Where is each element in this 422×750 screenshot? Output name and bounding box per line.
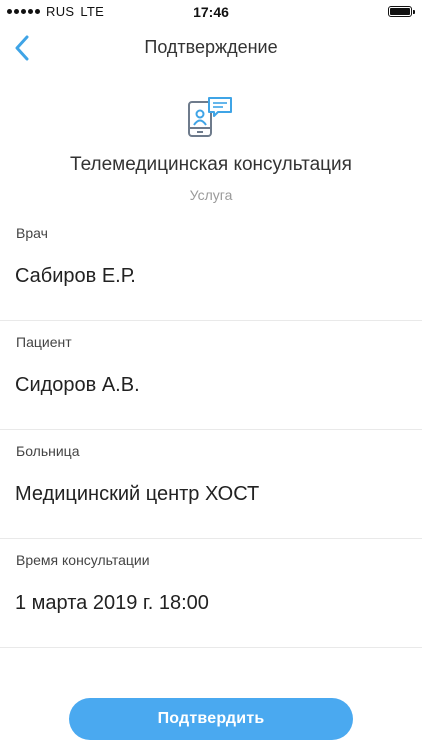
patient-label: Пациент bbox=[16, 334, 72, 350]
info-row-hospital: Больница Медицинский центр ХОСТ bbox=[0, 430, 422, 539]
confirm-button[interactable]: Подтвердить bbox=[69, 698, 353, 740]
page-title: Подтверждение bbox=[144, 37, 278, 57]
info-row-doctor: Врач Сабиров Е.Р. bbox=[0, 212, 422, 321]
patient-value: Сидоров А.В. bbox=[15, 374, 140, 396]
status-bar: RUS LTE 17:46 bbox=[0, 0, 422, 24]
nav-bar: Подтверждение bbox=[0, 24, 422, 72]
telemedicine-icon bbox=[188, 97, 232, 137]
chevron-left-icon bbox=[15, 35, 29, 61]
back-button[interactable] bbox=[6, 32, 38, 64]
hospital-value: Медицинский центр ХОСТ bbox=[15, 483, 260, 505]
consultation-time-value: 1 марта 2019 г. 18:00 bbox=[15, 592, 209, 614]
service-title: Телемедицинская консультация bbox=[70, 154, 352, 175]
battery-icon bbox=[388, 6, 415, 17]
consultation-time-label: Время консультации bbox=[16, 552, 150, 568]
info-list: Врач Сабиров Е.Р. Пациент Сидоров А.В. Б… bbox=[0, 212, 422, 648]
status-time: 17:46 bbox=[193, 4, 229, 20]
info-row-patient: Пациент Сидоров А.В. bbox=[0, 321, 422, 430]
hospital-label: Больница bbox=[16, 443, 80, 459]
info-row-consultation-time: Время консультации 1 марта 2019 г. 18:00 bbox=[0, 539, 422, 648]
doctor-value: Сабиров Е.Р. bbox=[15, 265, 136, 287]
service-subtitle: Услуга bbox=[189, 187, 233, 203]
doctor-label: Врач bbox=[16, 225, 48, 241]
